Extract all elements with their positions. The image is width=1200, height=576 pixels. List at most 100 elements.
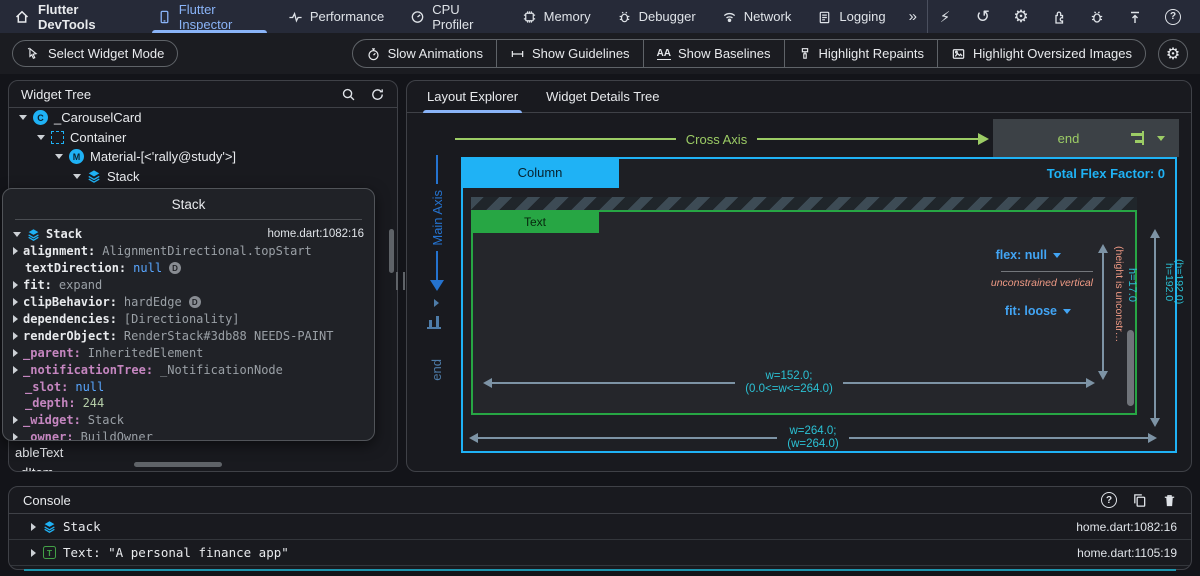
property-row[interactable]: _parent: InheritedElement: [3, 344, 374, 361]
tree-item-label: Material-[<'rally@study'>]: [90, 149, 237, 165]
tree-item-stack[interactable]: Stack: [9, 167, 397, 187]
column-widget-tab[interactable]: Column: [461, 157, 619, 188]
tree-item-material[interactable]: M Material-[<'rally@study'>]: [9, 147, 397, 167]
tab-label: Logging: [839, 9, 886, 24]
expander-icon[interactable]: [13, 365, 18, 374]
tree-item-clipped[interactable]: dItem: [21, 465, 54, 471]
toggle-slow-animations[interactable]: Slow Animations: [353, 40, 496, 67]
main-axis-arrow: Main Axis: [424, 155, 450, 292]
tree-horizontal-scrollbar[interactable]: [134, 462, 222, 467]
expander-icon[interactable]: [13, 231, 21, 237]
property-row[interactable]: _slot: null: [3, 378, 374, 395]
toggle-highlight-repaints[interactable]: Highlight Repaints: [783, 40, 938, 67]
tab-cpu-profiler[interactable]: CPU Profiler: [397, 0, 508, 33]
copy-icon[interactable]: [1132, 493, 1147, 508]
trash-icon[interactable]: [1162, 493, 1177, 508]
fit-dropdown[interactable]: fit: loose: [1005, 304, 1071, 318]
main-axis-alignment-value[interactable]: end: [429, 359, 444, 381]
tab-debugger[interactable]: Debugger: [604, 0, 709, 33]
flex-dropdown[interactable]: flex: null: [996, 248, 1061, 262]
chevron-down-icon: [1053, 252, 1061, 258]
tree-item-carouselcard[interactable]: C _CarouselCard: [9, 108, 397, 128]
image-icon: [951, 46, 966, 62]
property-row[interactable]: fit: expand: [3, 277, 374, 294]
tab-logging[interactable]: Logging: [804, 0, 898, 33]
tab-network[interactable]: Network: [709, 0, 805, 33]
property-row[interactable]: _widget: Stack: [3, 412, 374, 429]
popup-node-row[interactable]: Stack home.dart:1082:16: [3, 225, 374, 243]
tree-vertical-scrollbar[interactable]: [389, 229, 394, 273]
tab-performance[interactable]: Performance: [275, 0, 397, 33]
cross-axis-alignment-dropdown[interactable]: end: [993, 119, 1179, 157]
property-row[interactable]: textDirection: null D: [3, 260, 374, 277]
settings-gear-icon[interactable]: ⚙: [1004, 0, 1038, 33]
column-height-arrow: [1149, 229, 1161, 427]
expander-icon[interactable]: [19, 115, 27, 121]
expander-icon[interactable]: [13, 331, 18, 340]
console-row-text[interactable]: T Text: "A personal finance app" home.da…: [9, 540, 1191, 566]
search-icon[interactable]: [341, 87, 356, 102]
text-widget-tab[interactable]: Text: [471, 210, 599, 233]
expander-icon[interactable]: [31, 522, 36, 531]
help-icon[interactable]: ?: [1156, 0, 1190, 33]
select-widget-mode-button[interactable]: Select Widget Mode: [12, 40, 179, 67]
property-row[interactable]: alignment: AlignmentDirectional.topStart: [3, 243, 374, 260]
console-row-stack[interactable]: Stack home.dart:1082:16: [9, 514, 1191, 540]
source-location[interactable]: home.dart:1105:19: [1077, 546, 1177, 560]
expander-icon[interactable]: [13, 281, 18, 290]
inner-scrollbar[interactable]: [1127, 330, 1134, 406]
toggle-highlight-oversized-images[interactable]: Highlight Oversized Images: [937, 40, 1145, 67]
expander-icon[interactable]: [73, 173, 81, 179]
source-location[interactable]: home.dart:1082:16: [1076, 520, 1177, 534]
expander-icon[interactable]: [13, 247, 18, 256]
property-row[interactable]: renderObject: RenderStack#3db88 NEEDS-PAI…: [3, 327, 374, 344]
property-row[interactable]: dependencies: [Directionality]: [3, 311, 374, 328]
hot-restart-history-icon[interactable]: ↺: [966, 0, 1000, 33]
expander-icon[interactable]: [31, 548, 36, 557]
toggle-show-baselines[interactable]: AA Show Baselines: [642, 40, 784, 67]
home-icon[interactable]: [14, 9, 30, 25]
property-row[interactable]: _owner: BuildOwner: [3, 429, 374, 440]
tab-layout-explorer[interactable]: Layout Explorer: [413, 81, 532, 113]
tree-item-container[interactable]: Container: [9, 128, 397, 148]
child-height-value: h=17.0: [1126, 268, 1138, 302]
align-end-icon: [1130, 131, 1144, 145]
property-row[interactable]: _depth: 244: [3, 395, 374, 412]
gear-icon: ⚙: [1165, 45, 1181, 63]
refresh-icon[interactable]: [370, 87, 385, 102]
text-child-visualization[interactable]: Text flex: null unconstrained vertical f…: [471, 210, 1138, 415]
align-end-icon[interactable]: [427, 315, 441, 329]
expander-icon[interactable]: [13, 298, 18, 307]
expander-icon[interactable]: [13, 416, 18, 425]
child-height-arrow: [1097, 244, 1109, 380]
report-bug-icon[interactable]: [1080, 0, 1114, 33]
expander-icon[interactable]: [13, 433, 18, 440]
inspector-settings-button[interactable]: ⚙: [1158, 38, 1188, 69]
topbar-actions: ⚡ ↺ ⚙ ?: [927, 0, 1200, 33]
tab-widget-details-tree[interactable]: Widget Details Tree: [532, 81, 673, 113]
expander-icon[interactable]: [37, 134, 45, 140]
toggle-label: Highlight Oversized Images: [973, 46, 1132, 61]
source-location[interactable]: home.dart:1082:16: [267, 228, 364, 240]
expander-icon[interactable]: [55, 154, 63, 160]
tab-memory[interactable]: Memory: [509, 0, 604, 33]
panel-resize-handle[interactable]: [396, 272, 405, 290]
help-icon[interactable]: ?: [1101, 492, 1117, 508]
column-flex-visualization[interactable]: Column Total Flex Factor: 0 Text flex: n…: [461, 157, 1185, 453]
toggle-show-guidelines[interactable]: Show Guidelines: [496, 40, 643, 67]
property-row[interactable]: clipBehavior: hardEdge D: [3, 294, 374, 311]
tab-flutter-inspector[interactable]: Flutter Inspector: [144, 0, 275, 33]
extensions-puzzle-icon[interactable]: [1042, 0, 1076, 33]
expander-icon[interactable]: [13, 315, 18, 323]
expander-icon[interactable]: [13, 348, 18, 357]
layout-explorer-panel: Layout Explorer Widget Details Tree Cros…: [406, 80, 1192, 472]
tab-label: Performance: [309, 9, 385, 24]
hot-reload-bolt-icon[interactable]: ⚡: [928, 0, 962, 33]
tab-overflow-chevrons[interactable]: »: [899, 0, 927, 33]
chevron-icon[interactable]: [434, 299, 439, 307]
property-row[interactable]: _notificationTree: _NotificationNode: [3, 361, 374, 378]
export-upload-icon[interactable]: [1118, 0, 1152, 33]
tree-item-clipped[interactable]: ableText: [15, 445, 63, 460]
baselines-icon: AA: [656, 47, 672, 60]
default-badge: D: [169, 262, 182, 275]
